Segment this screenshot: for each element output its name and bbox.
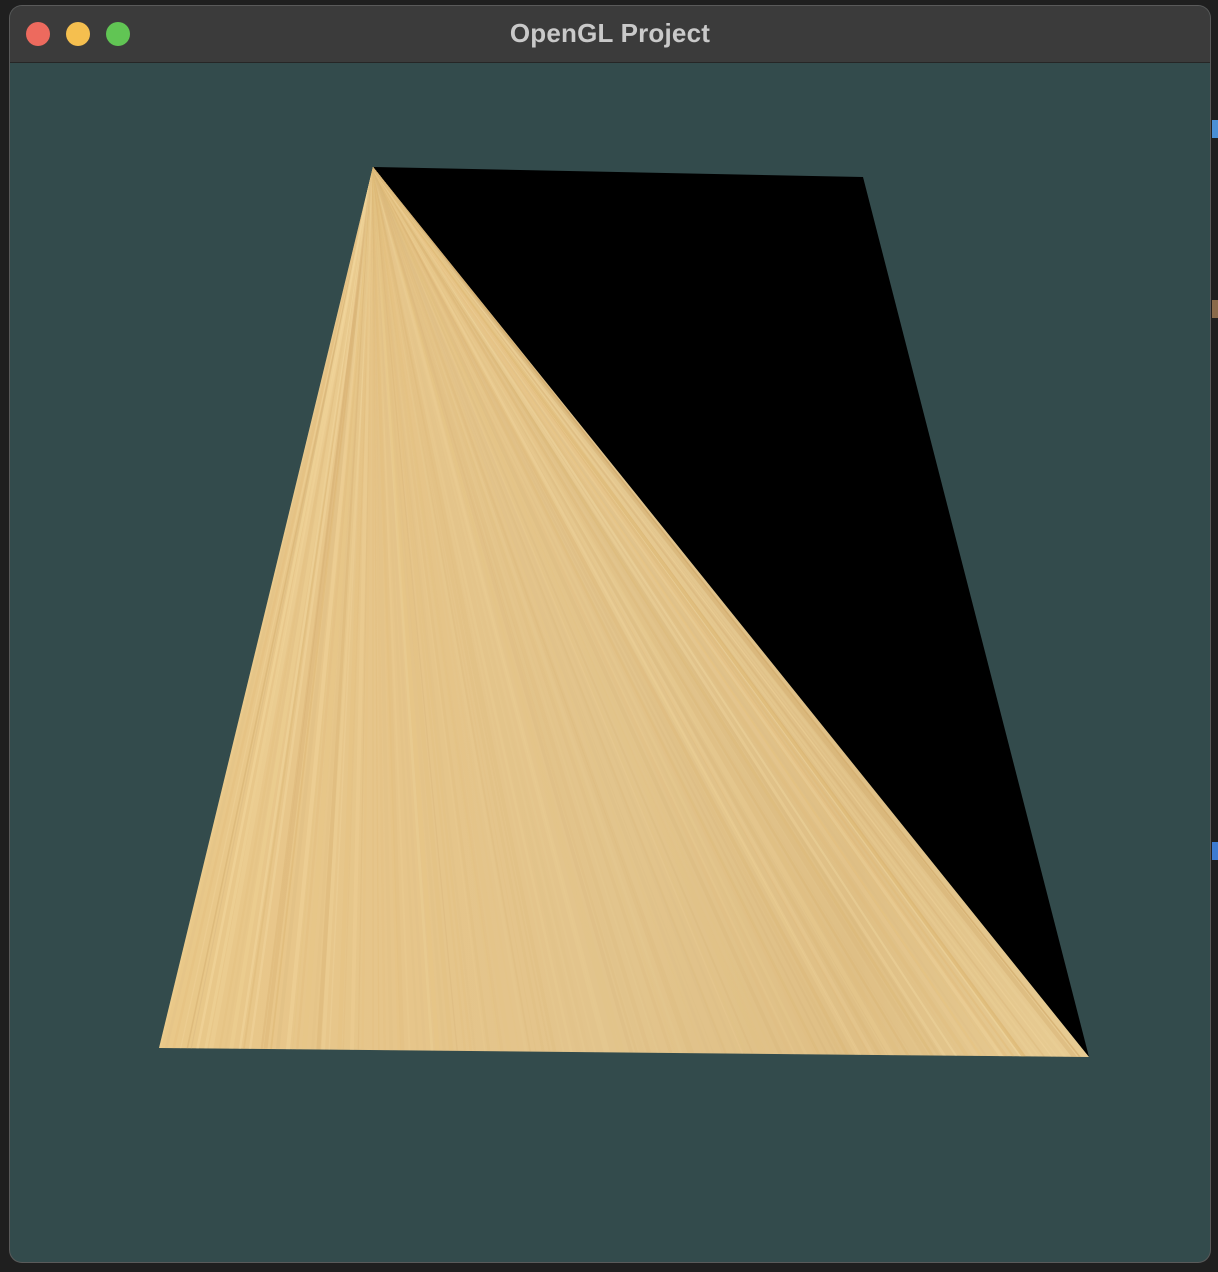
editor-edge-mark <box>1212 842 1218 860</box>
window-title: OpenGL Project <box>509 18 711 48</box>
editor-edge-mark <box>1212 120 1218 138</box>
render-canvas <box>159 167 1089 1057</box>
app-window: OpenGL Project <box>10 6 1210 1262</box>
editor-edge-mark <box>1212 300 1218 318</box>
opengl-viewport[interactable] <box>10 63 1210 1262</box>
title-bar[interactable]: OpenGL Project <box>10 6 1210 63</box>
